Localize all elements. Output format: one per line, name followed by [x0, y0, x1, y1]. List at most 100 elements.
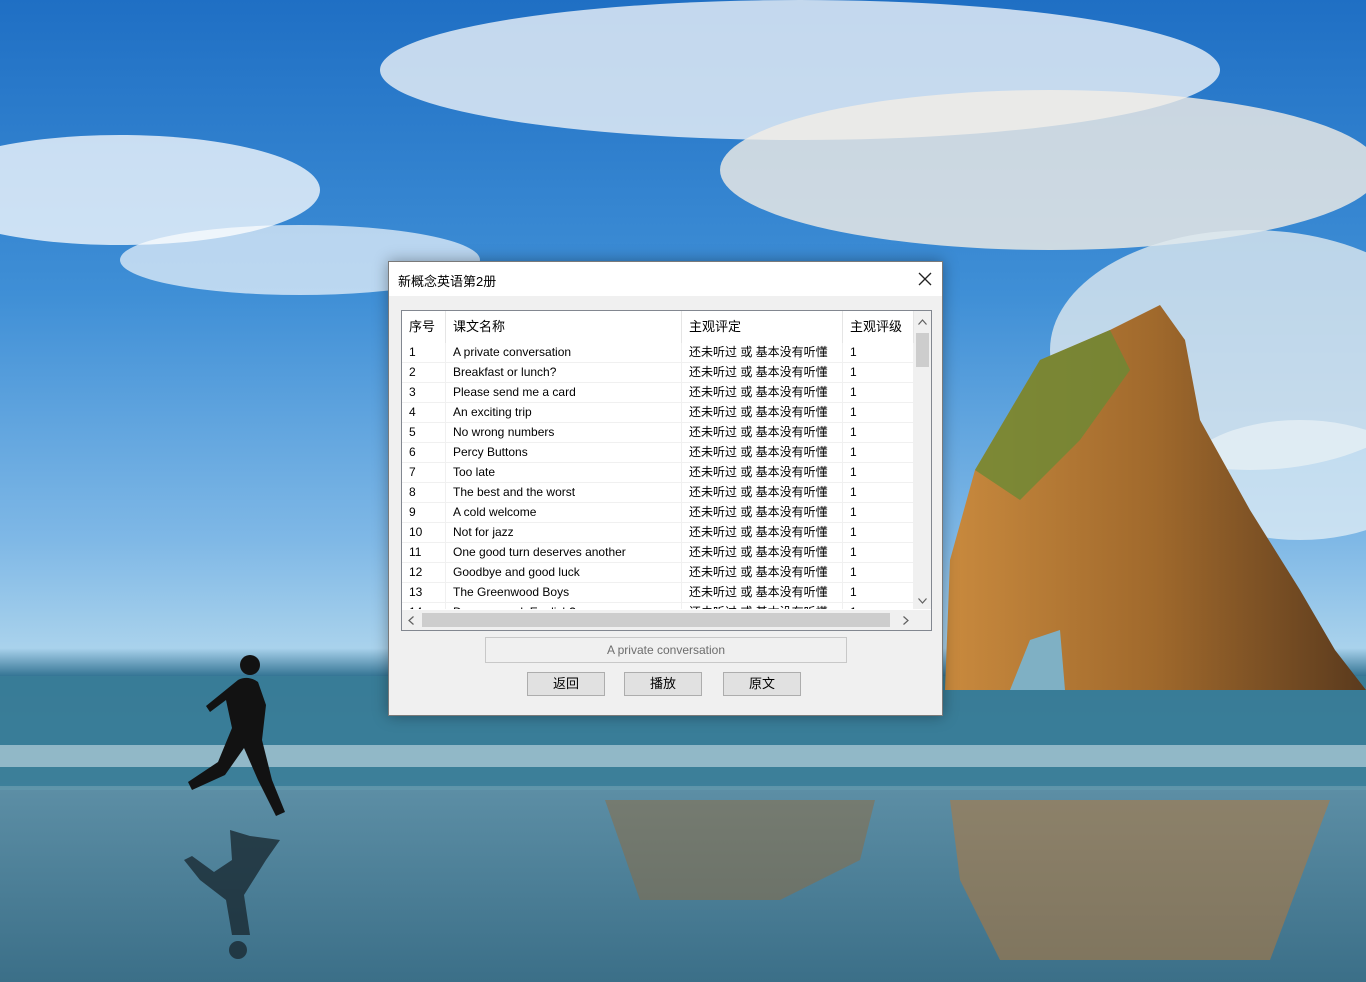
desktop-background: 新概念英语第2册 序号 课文名称 主观评定 主观评级 1A private co… — [0, 0, 1366, 982]
close-button[interactable] — [908, 262, 942, 296]
row-title: A private conversation — [446, 343, 682, 363]
table-row[interactable]: 5 No wrong numbers 还未听过 或 基本没有听懂 1 — [402, 423, 914, 443]
table-row[interactable]: 13 The Greenwood Boys 还未听过 或 基本没有听懂 1 — [402, 583, 914, 603]
row-title: An exciting trip — [446, 403, 682, 423]
row-title: Too late — [446, 463, 682, 483]
back-button[interactable]: 返回 — [527, 672, 605, 696]
row-assessment: 还未听过 或 基本没有听懂 — [682, 343, 843, 363]
row-title: No wrong numbers — [446, 423, 682, 443]
window-title: 新概念英语第2册 — [398, 274, 497, 289]
row-rating: 1 — [843, 423, 914, 443]
row-index: 12 — [402, 563, 446, 583]
row-index: 10 — [402, 523, 446, 543]
scroll-right-button[interactable] — [897, 610, 914, 630]
horizontal-scroll-thumb[interactable] — [422, 613, 890, 627]
row-title: Not for jazz — [446, 523, 682, 543]
lesson-list[interactable]: 序号 课文名称 主观评定 主观评级 1A private conversatio… — [401, 310, 932, 631]
list-body: 1A private conversation 还未听过 或 基本没有听懂 1 2 Br… — [402, 343, 914, 609]
row-assessment: 还未听过 或 基本没有听懂 — [682, 423, 843, 443]
chevron-right-icon — [902, 615, 909, 625]
table-row[interactable]: 3 Please send me a card 还未听过 或 基本没有听懂 1 — [402, 383, 914, 403]
column-header-title[interactable]: 课文名称 — [446, 311, 682, 343]
current-lesson-field[interactable]: A private conversation — [485, 637, 847, 663]
row-index: 11 — [402, 543, 446, 563]
title-bar[interactable]: 新概念英语第2册 — [389, 262, 942, 296]
row-assessment: 还未听过 或 基本没有听懂 — [682, 463, 843, 483]
column-header-assessment[interactable]: 主观评定 — [682, 311, 843, 343]
row-title: The Greenwood Boys — [446, 583, 682, 603]
row-index: 4 — [402, 403, 446, 423]
row-title: Goodbye and good luck — [446, 563, 682, 583]
chevron-left-icon — [407, 615, 414, 625]
table-row[interactable]: 8 The best and the worst 还未听过 或 基本没有听懂 1 — [402, 483, 914, 503]
column-header-rating[interactable]: 主观评级 — [843, 311, 914, 343]
table-row[interactable]: 10 Not for jazz 还未听过 或 基本没有听懂 1 — [402, 523, 914, 543]
table-row[interactable]: 7 Too late 还未听过 或 基本没有听懂 1 — [402, 463, 914, 483]
row-index: 14 — [402, 603, 446, 609]
row-index: 9 — [402, 503, 446, 523]
lesson-dialog: 新概念英语第2册 序号 课文名称 主观评定 主观评级 1A private co… — [388, 261, 943, 716]
row-rating: 1 — [843, 603, 914, 609]
chevron-down-icon — [918, 597, 927, 604]
row-title: Do you speak English? — [446, 603, 682, 609]
row-title: Breakfast or lunch? — [446, 363, 682, 383]
row-rating: 1 — [843, 383, 914, 403]
row-index: 8 — [402, 483, 446, 503]
row-rating: 1 — [843, 443, 914, 463]
row-index: 1 — [402, 343, 446, 363]
row-assessment: 还未听过 或 基本没有听懂 — [682, 403, 843, 423]
table-row[interactable]: 14Do you speak English?还未听过 或 基本没有听懂1 — [402, 603, 914, 609]
close-icon — [918, 272, 932, 286]
row-rating: 1 — [843, 503, 914, 523]
table-row[interactable]: 6 Percy Buttons 还未听过 或 基本没有听懂 1 — [402, 443, 914, 463]
row-assessment: 还未听过 或 基本没有听懂 — [682, 543, 843, 563]
table-row[interactable]: 9A cold welcome 还未听过 或 基本没有听懂 1 — [402, 503, 914, 523]
row-assessment: 还未听过 或 基本没有听懂 — [682, 563, 843, 583]
row-title: A cold welcome — [446, 503, 682, 523]
scroll-up-button[interactable] — [914, 313, 931, 330]
table-row[interactable]: 12 Goodbye and good luck 还未听过 或 基本没有听懂 1 — [402, 563, 914, 583]
vertical-scroll-thumb[interactable] — [916, 333, 929, 367]
row-rating: 1 — [843, 543, 914, 563]
row-title: One good turn deserves another — [446, 543, 682, 563]
table-row[interactable]: 1A private conversation 还未听过 或 基本没有听懂 1 — [402, 343, 914, 363]
table-row[interactable]: 4 An exciting trip 还未听过 或 基本没有听懂 1 — [402, 403, 914, 423]
row-index: 2 — [402, 363, 446, 383]
row-rating: 1 — [843, 563, 914, 583]
row-title: Percy Buttons — [446, 443, 682, 463]
row-rating: 1 — [843, 583, 914, 603]
table-row[interactable]: 11 One good turn deserves another 还未听过 或 基… — [402, 543, 914, 563]
row-assessment: 还未听过 或 基本没有听懂 — [682, 503, 843, 523]
row-index: 13 — [402, 583, 446, 603]
chevron-up-icon — [918, 318, 927, 325]
row-assessment: 还未听过 或 基本没有听懂 — [682, 443, 843, 463]
row-rating: 1 — [843, 523, 914, 543]
row-title: Please send me a card — [446, 383, 682, 403]
horizontal-scrollbar[interactable] — [402, 610, 914, 630]
row-rating: 1 — [843, 363, 914, 383]
list-header: 序号 课文名称 主观评定 主观评级 — [402, 311, 914, 343]
scroll-left-button[interactable] — [402, 610, 419, 630]
row-assessment: 还未听过 或 基本没有听懂 — [682, 603, 843, 609]
column-header-index[interactable]: 序号 — [402, 311, 446, 343]
row-index: 6 — [402, 443, 446, 463]
scrollbar-corner — [914, 610, 931, 630]
row-rating: 1 — [843, 403, 914, 423]
scroll-down-button[interactable] — [914, 592, 931, 609]
row-rating: 1 — [843, 463, 914, 483]
table-row[interactable]: 2 Breakfast or lunch? 还未听过 或 基本没有听懂 1 — [402, 363, 914, 383]
row-assessment: 还未听过 或 基本没有听懂 — [682, 363, 843, 383]
row-index: 5 — [402, 423, 446, 443]
row-title: The best and the worst — [446, 483, 682, 503]
row-rating: 1 — [843, 343, 914, 363]
row-assessment: 还未听过 或 基本没有听懂 — [682, 523, 843, 543]
vertical-scrollbar[interactable] — [914, 311, 931, 609]
play-button[interactable]: 播放 — [624, 672, 702, 696]
row-index: 7 — [402, 463, 446, 483]
row-index: 3 — [402, 383, 446, 403]
row-rating: 1 — [843, 483, 914, 503]
row-assessment: 还未听过 或 基本没有听懂 — [682, 483, 843, 503]
row-assessment: 还未听过 或 基本没有听懂 — [682, 583, 843, 603]
row-assessment: 还未听过 或 基本没有听懂 — [682, 383, 843, 403]
original-text-button[interactable]: 原文 — [723, 672, 801, 696]
